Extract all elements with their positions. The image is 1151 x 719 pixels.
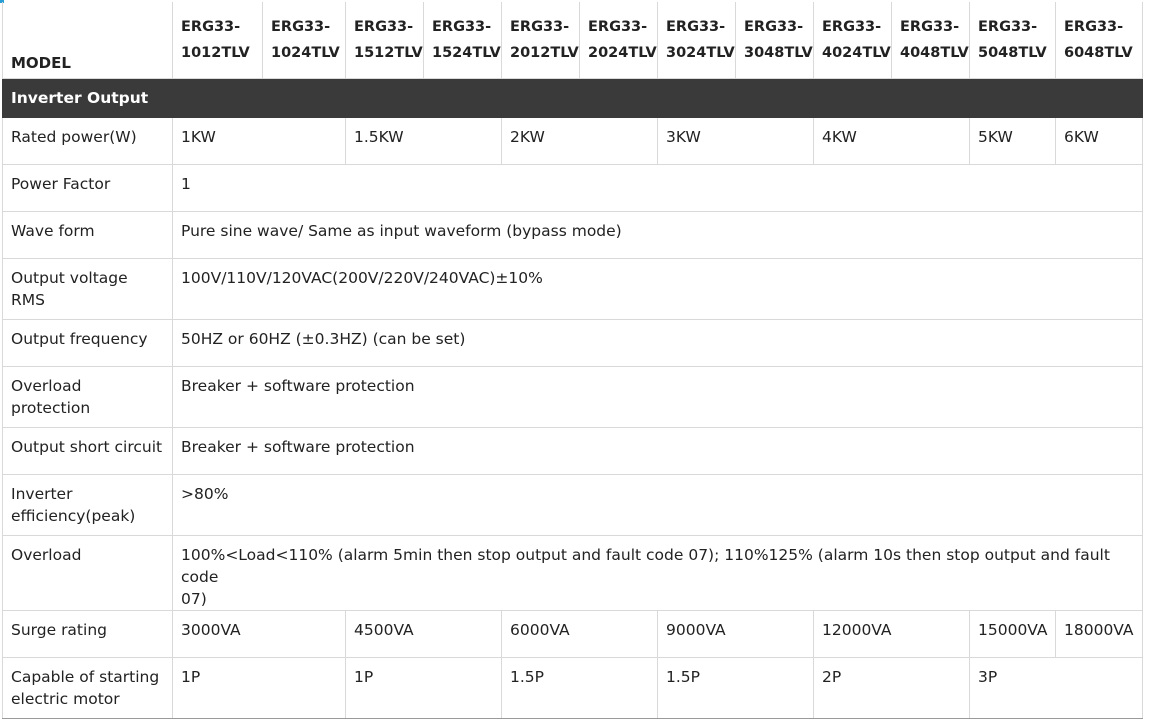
- output-voltage-value: 100V/110V/120VAC(200V/220V/240VAC)±10%: [172, 258, 1143, 320]
- rated-power-cell: 3KW: [657, 117, 814, 165]
- model-2024tlv: ERG33- 2024TLV: [579, 2, 658, 79]
- row-label-inverter-efficiency: Inverter efficiency(peak): [2, 474, 173, 536]
- surge-rating-cell: 4500VA: [345, 610, 502, 658]
- table-row: Overload 100%<Load<110% (alarm 5min then…: [2, 535, 1143, 611]
- model-1024tlv: ERG33- 1024TLV: [262, 2, 346, 79]
- row-label-power-factor: Power Factor: [2, 164, 173, 212]
- row-label-overload-protection: Overload protection: [2, 366, 173, 428]
- section-header-row: Inverter Output: [2, 78, 1143, 118]
- model-2012tlv: ERG33- 2012TLV: [501, 2, 580, 79]
- table-row: Power Factor 1: [2, 164, 1143, 212]
- table-row: Overload protection Breaker + software pr…: [2, 366, 1143, 428]
- model-6048tlv: ERG33- 6048TLV: [1055, 2, 1143, 79]
- rated-power-cell: 1.5KW: [345, 117, 502, 165]
- table-row: Output voltage RMS 100V/110V/120VAC(200V/…: [2, 258, 1143, 320]
- model-label: MODEL: [2, 2, 173, 79]
- table-row: Wave form Pure sine wave/ Same as input …: [2, 211, 1143, 259]
- inverter-efficiency-value: >80%: [172, 474, 1143, 536]
- power-factor-value: 1: [172, 164, 1143, 212]
- starting-motor-cell: 1P: [172, 657, 346, 719]
- model-1512tlv: ERG33- 1512TLV: [345, 2, 424, 79]
- starting-motor-cell: 1.5P: [501, 657, 658, 719]
- section-title: Inverter Output: [2, 78, 1143, 118]
- table-row: Output frequency 50HZ or 60HZ (±0.3HZ) (…: [2, 319, 1143, 367]
- starting-motor-cell: 1.5P: [657, 657, 814, 719]
- row-label-output-voltage: Output voltage RMS: [2, 258, 173, 320]
- surge-rating-cell: 12000VA: [813, 610, 970, 658]
- surge-rating-cell: 6000VA: [501, 610, 658, 658]
- spec-page: MODEL ERG33- 1012TLV ERG33- 1024TLV ERG33-…: [0, 0, 1151, 719]
- table-row: Surge rating 3000VA 4500VA 6000VA 9000VA…: [2, 610, 1143, 658]
- surge-rating-cell: 18000VA: [1055, 610, 1143, 658]
- surge-rating-cell: 15000VA: [969, 610, 1056, 658]
- wave-form-value: Pure sine wave/ Same as input waveform (…: [172, 211, 1143, 259]
- row-label-output-short-circuit: Output short circuit: [2, 427, 173, 475]
- table-row: Rated power(W) 1KW 1.5KW 2KW 3KW 4KW 5KW…: [2, 117, 1143, 165]
- spec-table: MODEL ERG33- 1012TLV ERG33- 1024TLV ERG33-…: [2, 2, 1143, 719]
- model-header-row: MODEL ERG33- 1012TLV ERG33- 1024TLV ERG33-…: [2, 2, 1143, 79]
- rated-power-cell: 2KW: [501, 117, 658, 165]
- table-row: Capable of starting electric motor 1P 1P …: [2, 657, 1143, 719]
- row-label-starting-motor: Capable of starting electric motor: [2, 657, 173, 719]
- table-row: Output short circuit Breaker + software …: [2, 427, 1143, 475]
- rated-power-cell: 5KW: [969, 117, 1056, 165]
- model-1012tlv: ERG33- 1012TLV: [172, 2, 263, 79]
- overload-value: 100%<Load<110% (alarm 5min then stop out…: [172, 535, 1143, 611]
- starting-motor-cell: 2P: [813, 657, 970, 719]
- model-1524tlv: ERG33- 1524TLV: [423, 2, 502, 79]
- rated-power-cell: 4KW: [813, 117, 970, 165]
- rated-power-cell: 1KW: [172, 117, 346, 165]
- overload-protection-value: Breaker + software protection: [172, 366, 1143, 428]
- starting-motor-cell: 1P: [345, 657, 502, 719]
- model-5048tlv: ERG33- 5048TLV: [969, 2, 1056, 79]
- surge-rating-cell: 9000VA: [657, 610, 814, 658]
- output-frequency-value: 50HZ or 60HZ (±0.3HZ) (can be set): [172, 319, 1143, 367]
- model-3048tlv: ERG33- 3048TLV: [735, 2, 814, 79]
- row-label-rated-power: Rated power(W): [2, 117, 173, 165]
- row-label-surge-rating: Surge rating: [2, 610, 173, 658]
- surge-rating-cell: 3000VA: [172, 610, 346, 658]
- model-4048tlv: ERG33- 4048TLV: [891, 2, 970, 79]
- table-row: Inverter efficiency(peak) >80%: [2, 474, 1143, 536]
- row-label-output-frequency: Output frequency: [2, 319, 173, 367]
- output-short-circuit-value: Breaker + software protection: [172, 427, 1143, 475]
- row-label-wave-form: Wave form: [2, 211, 173, 259]
- model-3024tlv: ERG33- 3024TLV: [657, 2, 736, 79]
- model-4024tlv: ERG33- 4024TLV: [813, 2, 892, 79]
- rated-power-cell: 6KW: [1055, 117, 1143, 165]
- starting-motor-cell: 3P: [969, 657, 1143, 719]
- row-label-overload: Overload: [2, 535, 173, 611]
